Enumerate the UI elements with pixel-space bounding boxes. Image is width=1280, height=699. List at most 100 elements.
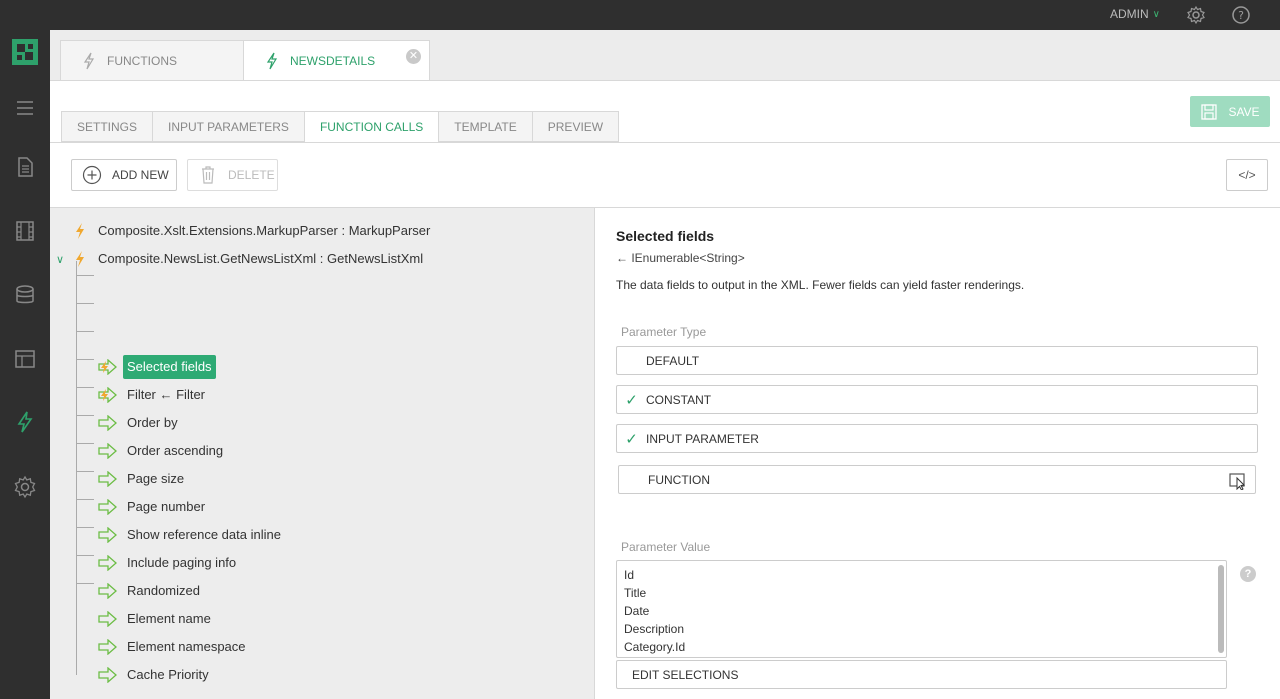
tree-connector — [76, 443, 94, 444]
tree-connector — [76, 583, 94, 584]
tree-param-label: Cache Priority — [127, 667, 209, 682]
menu-icon[interactable] — [13, 96, 37, 120]
tree-param-label: Randomized — [127, 583, 200, 598]
tree-param-label: Page size — [127, 471, 185, 486]
tree-connector — [76, 359, 94, 360]
save-button[interactable]: SAVE — [1190, 96, 1270, 127]
tree-param-label: Element namespace — [127, 639, 246, 654]
gear-icon[interactable] — [1186, 5, 1206, 25]
checkmark-icon: ✓ — [625, 391, 638, 409]
editor-panel: SETTINGS INPUT PARAMETERS FUNCTION CALLS… — [50, 80, 1280, 699]
function-icon — [266, 52, 278, 70]
database-icon[interactable] — [13, 283, 37, 307]
tree-connector — [76, 303, 94, 304]
tab-newsdetails[interactable]: NEWSDETAILS ✕ — [243, 40, 430, 81]
tree-param-filter[interactable]: Filter ← Filter — [98, 383, 209, 407]
svg-text:?: ? — [1238, 9, 1244, 22]
tree-connector — [76, 331, 94, 332]
code-view-button[interactable]: </> — [1226, 159, 1268, 191]
document-tabs: FUNCTIONS NEWSDETAILS ✕ — [50, 30, 1280, 81]
tree-param-element-name[interactable]: Element name — [98, 607, 215, 631]
tree-node-markup-parser[interactable]: Composite.Xslt.Extensions.MarkupParser :… — [74, 219, 434, 243]
list-item: Date — [624, 604, 650, 618]
edit-selections-label: EDIT SELECTIONS — [632, 667, 739, 682]
arrow-right-icon — [98, 499, 117, 515]
user-name: ADMIN — [1110, 7, 1149, 21]
tab-functions[interactable]: FUNCTIONS — [60, 40, 244, 80]
tree-node-get-news-list-xml[interactable]: ∨ Composite.NewsList.GetNewsListXml : Ge… — [56, 247, 427, 271]
page-icon[interactable] — [13, 155, 37, 179]
edit-selections-button[interactable]: EDIT SELECTIONS — [616, 660, 1227, 689]
parameter-description: The data fields to output in the XML. Fe… — [616, 278, 1025, 292]
layout-icon[interactable] — [13, 347, 37, 371]
tab-template[interactable]: TEMPLATE — [438, 111, 532, 142]
arrow-right-icon — [98, 443, 117, 459]
add-new-button[interactable]: ADD NEW — [71, 159, 177, 191]
tree-connector — [76, 261, 77, 675]
trash-icon — [202, 166, 214, 184]
tree-param-label: Page number — [127, 499, 206, 514]
tab-label: NEWSDETAILS — [290, 54, 376, 68]
arrow-right-icon — [98, 555, 117, 571]
media-icon[interactable] — [13, 219, 37, 243]
parameter-title: Selected fields — [616, 228, 715, 244]
function-icon — [76, 223, 84, 239]
tree-param-include-paging-info[interactable]: Include paging info — [98, 551, 240, 575]
settings-icon[interactable] — [13, 475, 37, 499]
option-default[interactable]: DEFAULT — [616, 346, 1258, 375]
option-input-parameter[interactable]: ✓ INPUT PARAMETER — [616, 424, 1258, 453]
option-label: FUNCTION — [648, 472, 710, 487]
tree-node-label: Composite.Xslt.Extensions.MarkupParser :… — [98, 223, 431, 238]
scrollbar[interactable] — [1218, 565, 1224, 653]
list-item: Description — [624, 622, 685, 636]
parameter-value-list[interactable]: Id Title Date Description Category.Id — [616, 560, 1227, 658]
arrow-right-icon — [98, 639, 117, 655]
list-item: Id — [624, 568, 635, 582]
tab-input-parameters[interactable]: INPUT PARAMETERS — [152, 111, 304, 142]
tree-param-page-number[interactable]: Page number — [98, 495, 209, 519]
function-calls-tree: Composite.Xslt.Extensions.MarkupParser :… — [50, 208, 595, 699]
tab-preview[interactable]: PREVIEW — [531, 111, 620, 142]
tree-param-show-reference-data[interactable]: Show reference data inline — [98, 523, 285, 547]
tab-function-calls[interactable]: FUNCTION CALLS — [303, 111, 439, 143]
tree-param-selected-fields[interactable]: Selected fields — [98, 355, 216, 379]
function-icon[interactable] — [13, 410, 37, 434]
user-menu[interactable]: ADMIN ∨ — [1110, 7, 1160, 21]
chevron-down-icon: ∨ — [1152, 8, 1160, 20]
tree-param-label: Order ascending — [127, 443, 224, 458]
list-item: Category.Id — [624, 640, 686, 654]
arrow-param-set-icon — [98, 359, 117, 375]
tree-param-label: Include paging info — [127, 555, 237, 570]
help-icon[interactable]: ? — [1231, 5, 1251, 25]
cursor-icon — [1229, 473, 1246, 490]
sidebar — [0, 30, 50, 699]
tree-connector — [76, 387, 94, 388]
option-constant[interactable]: ✓ CONSTANT — [616, 385, 1258, 414]
tree-param-page-size[interactable]: Page size — [98, 467, 188, 491]
close-icon[interactable]: ✕ — [406, 49, 421, 64]
tree-connector — [76, 415, 94, 416]
tree-param-cache-priority[interactable]: Cache Priority — [98, 663, 213, 687]
arrow-right-icon — [98, 471, 117, 487]
tree-param-order-ascending[interactable]: Order ascending — [98, 439, 227, 463]
main-area: FUNCTIONS NEWSDETAILS ✕ SETTINGS INPUT P… — [50, 30, 1280, 699]
add-new-label: ADD NEW — [112, 168, 169, 182]
tab-label: FUNCTIONS — [107, 53, 177, 68]
tree-param-randomized[interactable]: Randomized — [98, 579, 204, 603]
option-function[interactable]: FUNCTION — [618, 465, 1256, 494]
chevron-down-icon[interactable]: ∨ — [56, 253, 74, 266]
help-icon[interactable]: ? — [1240, 566, 1256, 582]
tree-param-label: Order by — [127, 415, 178, 430]
tab-settings[interactable]: SETTINGS — [61, 111, 153, 142]
tree-param-label: Element name — [127, 611, 211, 626]
logo-icon[interactable] — [12, 39, 38, 65]
tree-param-order-by[interactable]: Order by — [98, 411, 182, 435]
tree-param-label: Selected fields — [123, 355, 216, 379]
arrow-right-icon — [98, 667, 117, 683]
tree-param-element-namespace[interactable]: Element namespace — [98, 635, 250, 659]
divider — [50, 142, 1280, 143]
code-icon: </> — [1238, 168, 1256, 182]
delete-button[interactable]: DELETE — [187, 159, 278, 191]
delete-label: DELETE — [228, 168, 275, 182]
list-item: Title — [624, 586, 647, 600]
